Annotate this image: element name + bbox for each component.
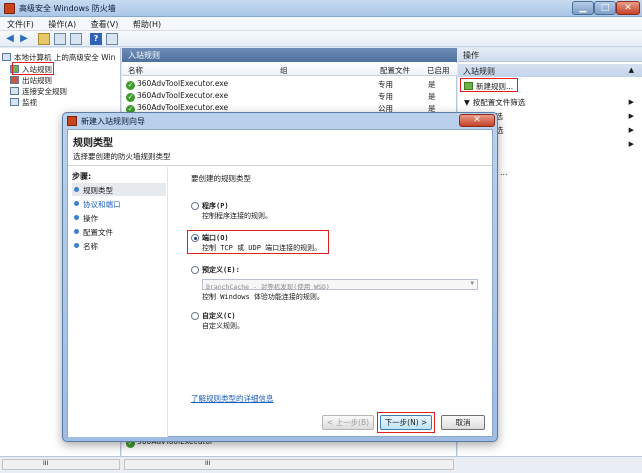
menu-file[interactable]: 文件(F): [0, 17, 39, 30]
steps-title: 步骤:: [72, 172, 92, 181]
table-row[interactable]: ✓ 360AdvToolExecutor.exe 专用 是: [126, 91, 448, 102]
step-action: 操作: [72, 211, 166, 224]
table-row[interactable]: ✓ 360AdvToolExecutor.exe 专用 是: [126, 79, 448, 90]
step-name: 名称: [72, 239, 166, 252]
step-bullet-icon: [74, 201, 79, 206]
maximize-button[interactable]: □: [594, 1, 616, 15]
console-icon[interactable]: [106, 33, 118, 45]
column-group[interactable]: 组: [280, 65, 288, 76]
step-profile: 配置文件: [72, 225, 166, 238]
minimize-button[interactable]: ▁: [572, 1, 594, 15]
rules-panel-header: 入站规则: [122, 48, 457, 62]
tree-item-outbound-rules[interactable]: 出站规则: [10, 75, 52, 86]
monitor-icon: [10, 98, 19, 106]
export-icon[interactable]: [70, 33, 82, 45]
dialog-body: 规则类型 选择要创建的防火墙规则类型 步骤: 规则类型 协议和端口 操作 配置文…: [67, 129, 493, 437]
dialog-subheading: 选择要创建的防火墙规则类型: [73, 152, 171, 161]
menu-action[interactable]: 操作(A): [41, 17, 81, 30]
rules-horizontal-scrollbar[interactable]: III: [124, 459, 454, 470]
highlight-inbound-rules: [12, 62, 54, 75]
outbound-rules-icon: [10, 76, 19, 84]
menu-bar: 文件(F) 操作(A) 查看(V) 帮助(H): [0, 17, 642, 31]
highlight-new-rule: [460, 78, 518, 92]
column-enabled[interactable]: 已启用: [427, 65, 450, 76]
actions-section-inbound[interactable]: 入站规则 ▲: [458, 64, 642, 77]
forward-arrow-icon[interactable]: ▶: [18, 33, 30, 45]
dialog-close-button[interactable]: ✕: [459, 114, 495, 127]
chevron-down-icon: ▼: [470, 280, 474, 287]
window-title: 高级安全 Windows 防火墙: [19, 4, 116, 13]
enabled-check-icon: ✓: [126, 81, 135, 90]
back-arrow-icon[interactable]: ◀: [4, 33, 16, 45]
step-rule-type: 规则类型: [72, 183, 166, 196]
toolbar: ◀ ▶ ?: [0, 31, 642, 47]
submenu-arrow-icon: ▶: [628, 98, 634, 106]
action-filter-profile[interactable]: ▼ 按配置文件筛选: [464, 97, 525, 108]
firewall-icon: [4, 3, 15, 14]
help-icon[interactable]: ?: [90, 33, 102, 45]
dialog-heading: 规则类型: [73, 138, 113, 149]
rules-column-header: 名称 组 配置文件 已启用: [122, 63, 457, 76]
step-bullet-icon: [74, 187, 79, 192]
column-profile[interactable]: 配置文件: [380, 65, 410, 76]
tree-item-monitor[interactable]: 监视: [10, 97, 37, 108]
predefined-select[interactable]: BranchCache - 对等机发现(使用 WSD) ▼: [202, 279, 478, 291]
enabled-check-icon: ✓: [126, 93, 135, 102]
filter-icon: ▼: [464, 98, 470, 107]
step-bullet-icon: [74, 215, 79, 220]
new-inbound-rule-wizard: 新建入站规则向导 ✕ 规则类型 选择要创建的防火墙规则类型 步骤: 规则类型 协…: [62, 112, 498, 442]
submenu-arrow-icon: ▶: [628, 112, 634, 120]
back-button[interactable]: < 上一步(B): [322, 415, 374, 430]
submenu-arrow-icon: ▶: [628, 126, 634, 134]
menu-help[interactable]: 帮助(H): [126, 17, 166, 30]
close-button[interactable]: ✕: [616, 1, 640, 15]
rule-type-prompt: 要创建的规则类型: [191, 174, 251, 183]
wizard-content: 要创建的规则类型 程序(P) 控制程序连接的规则。 端口(O) 控制 TCP 或…: [169, 167, 492, 437]
dialog-title: 新建入站规则向导: [81, 117, 145, 126]
highlight-next-button: [377, 412, 435, 433]
status-bar: III III: [0, 456, 642, 473]
column-name[interactable]: 名称: [128, 65, 143, 76]
wizard-steps: 步骤: 规则类型 协议和端口 操作 配置文件 名称: [68, 167, 168, 437]
step-bullet-icon: [74, 229, 79, 234]
wizard-icon: [67, 116, 77, 126]
connection-security-icon: [10, 87, 19, 95]
radio-program[interactable]: [191, 202, 199, 210]
step-bullet-icon: [74, 243, 79, 248]
submenu-arrow-icon: ▶: [628, 140, 634, 148]
highlight-port-option: [187, 230, 329, 254]
learn-more-link[interactable]: 了解规则类型的详细信息: [191, 393, 274, 404]
radio-custom[interactable]: [191, 312, 199, 320]
list-view-icon[interactable]: [54, 33, 66, 45]
actions-header: 操作: [458, 48, 642, 62]
tree-item-connection-security[interactable]: 连接安全规则: [10, 86, 67, 97]
window-title-bar: 高级安全 Windows 防火墙 ▁ □ ✕: [0, 0, 642, 17]
step-protocol-port[interactable]: 协议和端口: [72, 197, 166, 210]
menu-view[interactable]: 查看(V): [84, 17, 124, 30]
folder-up-icon[interactable]: [38, 33, 50, 45]
cancel-button[interactable]: 取消: [441, 415, 485, 430]
radio-predefined[interactable]: [191, 266, 199, 274]
tree-horizontal-scrollbar[interactable]: III: [2, 459, 120, 470]
dialog-header: 规则类型 选择要创建的防火墙规则类型: [68, 130, 492, 166]
computer-icon: [2, 53, 11, 61]
action-export-partial[interactable]: …: [500, 168, 508, 179]
collapse-icon[interactable]: ▲: [629, 66, 634, 74]
